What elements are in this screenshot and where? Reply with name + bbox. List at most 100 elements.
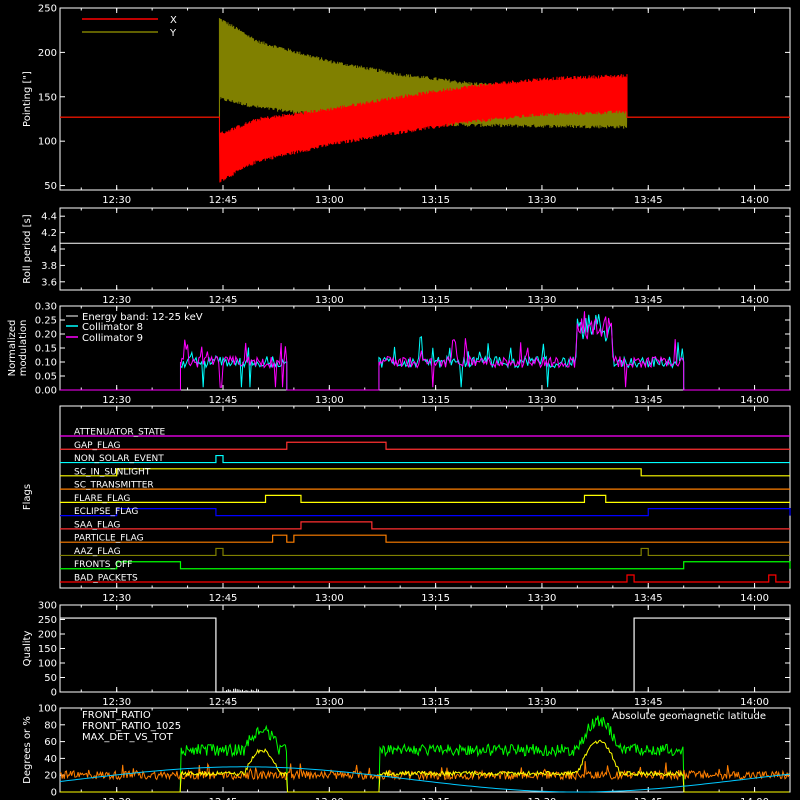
flag-trace-fronts-off [60,561,791,570]
y-tick-label: 0.15 [35,344,57,355]
y-tick-label: 0 [51,788,57,799]
legend-label: FRONT_RATIO [82,710,151,721]
x-tick-label: 13:45 [634,697,663,708]
y-tick-label: 0.20 [35,330,57,341]
x-tick-label: 13:45 [634,195,663,206]
x-tick-label: 13:15 [421,697,450,708]
x-tick-label: 14:00 [740,195,769,206]
y-tick-label: 150 [38,92,57,103]
orbit-summary-figure: 12:30 12:45 13:00 13:15 13:30 13:45 14:00 50 100… [0,0,800,800]
y-tick-label: 0.30 [35,302,57,313]
x-tick-label: 13:00 [315,195,344,206]
y-tick-label: 200 [38,48,57,59]
plot-frame [59,207,791,291]
modulation-panel: 12:30 12:45 13:00 13:15 13:30 13:45 14:00 0.00 0… [7,302,791,406]
y-axis-label: Normalized [7,320,18,377]
y-tick-label: 60 [44,737,57,748]
legend-label: X [170,15,177,26]
flags-panel: 12:30 12:45 13:00 13:15 13:30 13:45 14:00 Flags… [22,405,791,604]
x-tick-label: 13:15 [421,295,450,306]
y-tick-label: 0.05 [35,372,57,383]
x-tick-label: 12:45 [209,195,238,206]
pointing-panel: 12:30 12:45 13:00 13:15 13:30 13:45 14:00 50 100… [22,4,791,206]
x-tick-label: 12:30 [102,697,131,708]
x-tick-label: 12:45 [209,697,238,708]
flag-trace-bad-packets [60,574,790,583]
flag-trace-gap-flag [60,441,790,450]
legend-label: Absolute geomagnetic latitude [612,711,766,722]
quality-line [60,617,790,693]
flag-label: ECLIPSE_FLAG [74,507,138,517]
x-tick-label: 13:00 [315,593,344,604]
ratios-panel: 12:3012:4513:0013:1513:3013:4514:0002040… [22,704,791,800]
x-tick-label: 13:45 [634,395,663,406]
quality-panel: 12:30 12:45 13:00 13:15 13:30 13:45 14:00 0 50 10… [22,601,791,708]
modulation-line-collimator-8 [60,314,790,391]
y-tick-label: 100 [38,137,57,148]
x-tick-label: 13:30 [528,697,557,708]
x-tick-label: 13:15 [421,195,450,206]
x-tick-label: 13:00 [315,295,344,306]
flag-label: PARTICLE_FLAG [74,534,144,544]
legend-label: Collimator 8 [82,322,143,333]
y-tick-label: 100 [38,704,57,715]
flag-trace-eclipse-flag [60,508,791,517]
flag-label: SAA_FLAG [74,520,120,530]
y-axis-label: Roll period [s] [22,214,33,283]
x-tick-label: 12:30 [102,195,131,206]
x-tick-label: 14:00 [740,395,769,406]
y-tick-label: 300 [38,601,57,612]
y-tick-label: 0.00 [35,386,57,397]
y-tick-label: 4 [51,245,57,256]
x-tick-label: 13:30 [528,593,557,604]
x-tick-label: 14:00 [740,295,769,306]
flag-label: SC_IN_SUNLIGHT [74,467,151,477]
y-tick-label: 250 [38,615,57,626]
x-tick-label: 12:30 [102,295,131,306]
x-tick-label: 14:00 [740,697,769,708]
flag-trace-particle-flag [60,534,790,543]
x-tick-label: 13:00 [315,395,344,406]
y-tick-label: 50 [44,673,57,684]
y-tick-label: 40 [44,754,57,765]
roll-period-panel: 12:30 12:45 13:00 13:15 13:30 13:45 14:00 3.6 3.… [22,207,791,306]
flag-label: NON_SOLAR_EVENT [74,454,164,464]
y-tick-label: 250 [38,4,57,15]
x-tick-label: 12:30 [102,395,131,406]
y-tick-label: 200 [38,630,57,641]
y-axis-label: modulation [18,320,29,377]
y-axis-label: Degrees or % [22,716,33,784]
legend-label: MAX_DET_VS_TOT [82,732,174,743]
y-axis-label: Quality [22,631,33,667]
x-tick-label: 13:15 [421,593,450,604]
y-tick-label: 4.4 [41,212,57,223]
legend-label: Collimator 9 [82,333,143,344]
y-tick-label: 3.8 [41,261,57,272]
flag-label: BAD_PACKETS [74,574,138,584]
y-tick-label: 100 [38,659,57,670]
modulation-line-collimator-9 [60,311,790,391]
flag-trace-flare-flag [60,494,790,503]
x-tick-label: 14:00 [740,593,769,604]
x-tick-label: 12:30 [102,593,131,604]
y-tick-label: 150 [38,644,57,655]
x-tick-label: 13:45 [634,593,663,604]
x-tick-label: 12:45 [209,395,238,406]
x-tick-label: 13:30 [528,395,557,406]
flag-label: FLARE_FLAG [74,494,130,504]
flag-label: SC_TRANSMITTER [74,481,154,491]
y-tick-label: 3.6 [41,277,57,288]
x-tick-label: 13:00 [315,697,344,708]
flag-label: ATTENUATOR_STATE [74,428,166,438]
flag-label: GAP_FLAG [74,441,120,451]
x-tick-label: 13:30 [528,195,557,206]
y-tick-label: 0 [51,688,57,699]
x-tick-label: 12:45 [209,593,238,604]
x-tick-label: 12:45 [209,295,238,306]
y-tick-label: 0.25 [35,316,57,327]
flag-label: AAZ_FLAG [74,547,121,557]
y-tick-label: 50 [44,181,57,192]
y-tick-label: 0.10 [35,358,57,369]
flag-trace-saa-flag [60,521,790,530]
x-tick-label: 13:30 [528,295,557,306]
